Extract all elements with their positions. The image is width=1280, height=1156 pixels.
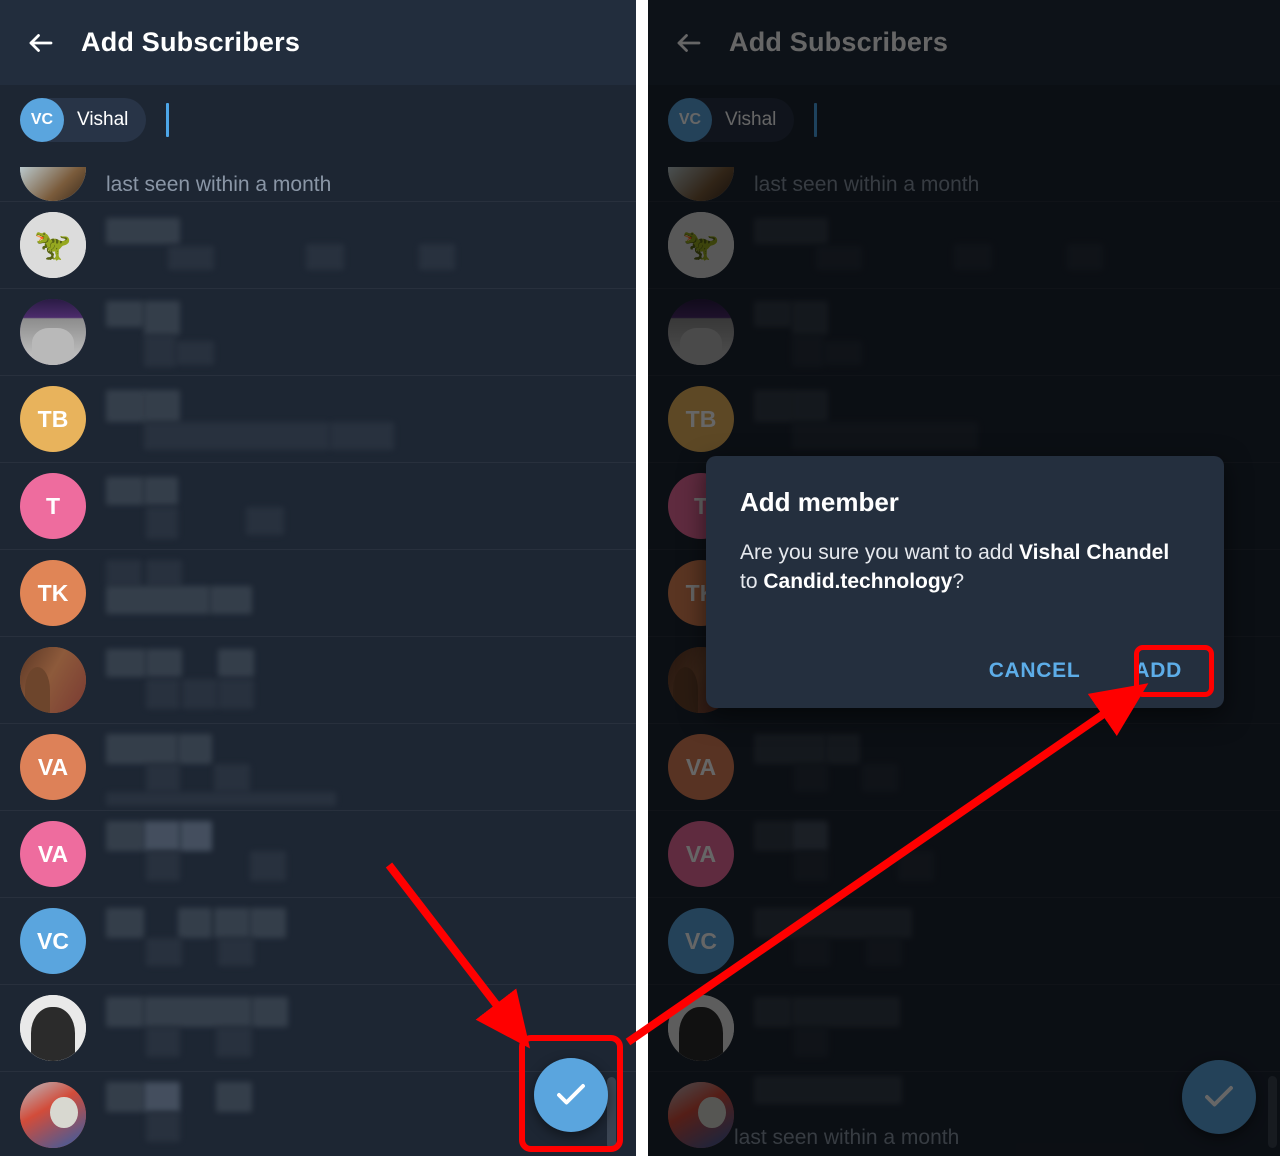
avatar — [20, 167, 86, 201]
redacted-name — [754, 386, 1280, 452]
dialog-action-row: CANCEL ADD — [973, 648, 1204, 694]
list-item[interactable]: VC — [648, 898, 1280, 985]
chip-avatar: VC — [668, 98, 712, 142]
phone-panel-left: Add Subscribers VC Vishal last seen with… — [0, 0, 636, 1156]
dialog-channel-name: Candid.technology — [763, 570, 953, 593]
avatar — [20, 995, 86, 1061]
phone-panel-right: Add Subscribers VC Vishal last seen with… — [648, 0, 1280, 1156]
dialog-title: Add member — [740, 487, 899, 517]
dialog-member-name: Vishal Chandel — [1019, 541, 1170, 564]
page-title: Add Subscribers — [729, 27, 949, 57]
add-member-dialog: Add member Are you sure you want to add … — [706, 456, 1224, 708]
list-item[interactable]: VA — [648, 811, 1280, 898]
confirm-fab-button[interactable] — [534, 1058, 608, 1132]
list-item[interactable]: VA — [648, 724, 1280, 811]
list-item[interactable] — [648, 202, 1280, 289]
avatar — [668, 1082, 734, 1148]
arrow-left-icon[interactable] — [674, 28, 704, 58]
list-item[interactable]: TB — [0, 376, 636, 463]
chip-label: Vishal — [77, 109, 129, 130]
dialog-message: Are you sure you want to add Vishal Chan… — [706, 518, 1224, 596]
avatar: VA — [668, 734, 734, 800]
subscriber-list-left[interactable]: last seen within a month 🦖 TB T TK VA VA… — [0, 155, 636, 1156]
cancel-button[interactable]: CANCEL — [973, 648, 1097, 694]
arrow-left-icon[interactable] — [26, 28, 56, 58]
list-item[interactable]: TB — [648, 376, 1280, 463]
redacted-name — [106, 647, 636, 713]
redacted-name — [106, 299, 636, 367]
avatar: VC — [668, 908, 734, 974]
avatar: TB — [668, 386, 734, 452]
list-item[interactable]: VA — [0, 811, 636, 898]
add-button[interactable]: ADD — [1118, 648, 1198, 694]
avatar — [668, 167, 734, 201]
redacted-name — [106, 908, 636, 974]
avatar: VC — [20, 908, 86, 974]
list-item[interactable] — [0, 289, 636, 376]
status-text: last seen within a month — [754, 173, 980, 196]
list-item[interactable]: T — [0, 463, 636, 550]
redacted-name — [106, 995, 636, 1061]
status-text: last seen within a month — [106, 173, 332, 196]
avatar: TK — [20, 560, 86, 626]
redacted-name — [106, 386, 636, 452]
avatar — [20, 647, 86, 713]
scrollbar-thumb[interactable] — [1268, 1076, 1277, 1148]
redacted-name — [754, 212, 1280, 278]
avatar — [20, 1082, 86, 1148]
redacted-name — [754, 821, 1280, 887]
recipient-chip[interactable]: VC Vishal — [20, 98, 147, 142]
confirm-fab-button[interactable] — [1182, 1060, 1256, 1134]
list-item[interactable] — [648, 289, 1280, 376]
chip-label: Vishal — [725, 109, 777, 130]
page-title: Add Subscribers — [81, 27, 301, 57]
app-bar-right: Add Subscribers — [648, 0, 1280, 85]
redacted-name — [106, 473, 636, 539]
app-bar-left: Add Subscribers — [0, 0, 636, 85]
avatar — [668, 299, 734, 365]
text-cursor — [166, 103, 170, 137]
list-item[interactable] — [648, 985, 1280, 1072]
avatar — [20, 212, 86, 278]
redacted-name — [754, 995, 1280, 1061]
redacted-name — [106, 212, 636, 278]
list-item[interactable]: VA — [0, 724, 636, 811]
redacted-name — [106, 734, 636, 806]
list-item[interactable]: VC — [0, 898, 636, 985]
list-item[interactable] — [0, 637, 636, 724]
screenshot-stage: Add Subscribers VC Vishal last seen with… — [0, 0, 1280, 1156]
avatar — [20, 299, 86, 365]
chip-avatar: VC — [20, 98, 64, 142]
avatar — [668, 995, 734, 1061]
redacted-name — [754, 734, 1280, 800]
dialog-message-prefix: Are you sure you want to add — [740, 541, 1019, 564]
avatar: VA — [20, 734, 86, 800]
recipient-chip[interactable]: VC Vishal — [668, 98, 795, 142]
redacted-name — [754, 908, 1280, 974]
list-item[interactable]: last seen within a month — [648, 155, 1280, 202]
dialog-message-suffix: ? — [952, 570, 965, 593]
list-item[interactable] — [0, 985, 636, 1072]
avatar: TB — [20, 386, 86, 452]
list-item[interactable]: last seen within a month — [0, 155, 636, 202]
avatar: T — [20, 473, 86, 539]
redacted-name — [106, 821, 636, 887]
avatar — [668, 212, 734, 278]
text-cursor — [814, 103, 818, 137]
status-text: last seen within a month — [734, 1126, 960, 1149]
redacted-name — [754, 299, 1280, 367]
recipient-chip-row[interactable]: VC Vishal — [648, 85, 1280, 155]
dialog-message-mid: to — [740, 570, 764, 593]
list-item[interactable] — [0, 202, 636, 289]
avatar: VA — [668, 821, 734, 887]
scrollbar-thumb[interactable] — [607, 1077, 616, 1149]
redacted-name — [106, 560, 636, 626]
list-item[interactable]: TK — [0, 550, 636, 637]
avatar: VA — [20, 821, 86, 887]
recipient-chip-row[interactable]: VC Vishal — [0, 85, 636, 155]
